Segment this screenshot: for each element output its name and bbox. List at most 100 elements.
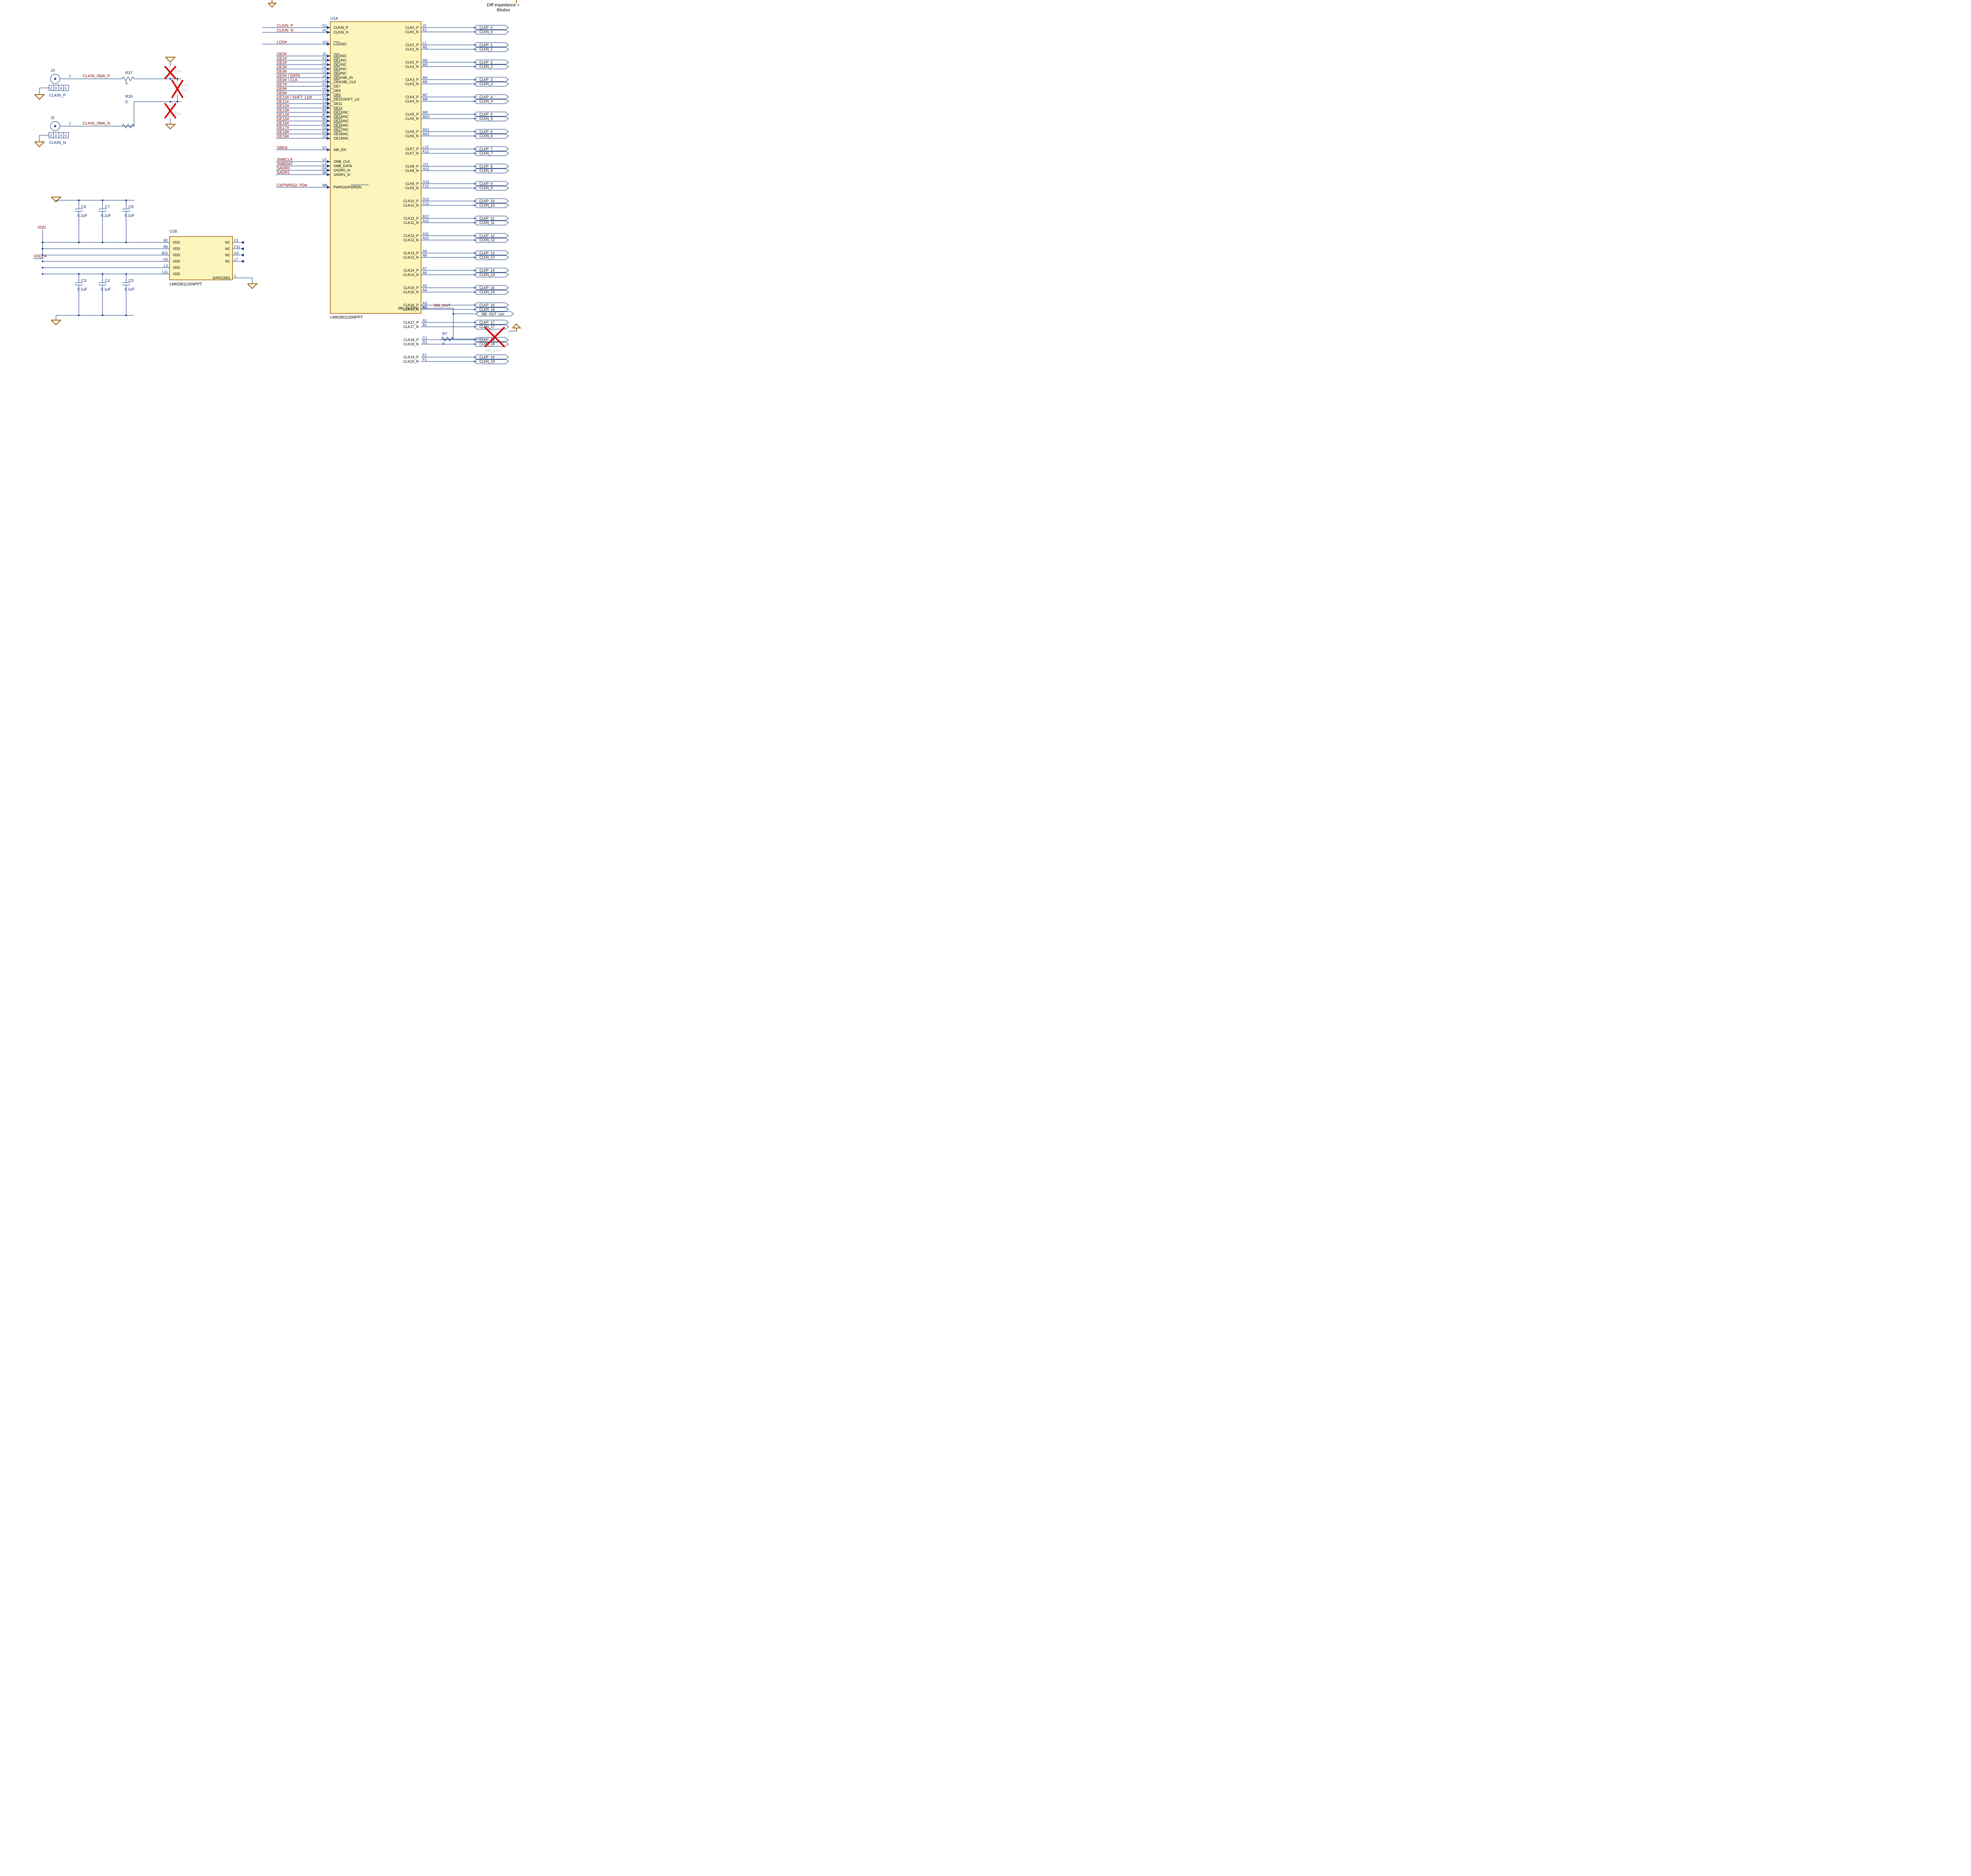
svg-text:U1B: U1B <box>170 229 177 234</box>
impedance-title-2: 85ohm <box>497 8 510 13</box>
svg-text:OE1/NC: OE1/NC <box>333 58 347 62</box>
svg-text:CLKIN_P: CLKIN_P <box>277 24 293 28</box>
svg-text:CLKN_15: CLKN_15 <box>479 290 495 294</box>
sma-j2: J2 1 2345 CLKIN_N CLKIN_SMA_N R33 0 <box>35 95 181 147</box>
svg-text:OE12: OE12 <box>333 106 343 110</box>
svg-text:CLK1_P: CLK1_P <box>405 43 419 47</box>
svg-text:CLKN_13: CLKN_13 <box>479 255 495 259</box>
svg-text:C1: C1 <box>423 336 427 340</box>
svg-text:OE3#: OE3# <box>277 65 287 69</box>
svg-text:CLKP_19: CLKP_19 <box>479 355 495 359</box>
svg-text:CLKN_10: CLKN_10 <box>479 203 495 207</box>
svg-text:0.1uF: 0.1uF <box>77 287 88 292</box>
svg-text:OE14#: OE14# <box>277 113 289 117</box>
svg-text:OE19#: OE19# <box>277 134 289 139</box>
u1a-ref: U1A <box>330 17 338 21</box>
svg-text:CLK13_N: CLK13_N <box>403 255 419 259</box>
svg-text:CLKP_17: CLKP_17 <box>479 320 495 324</box>
svg-text:CLK4_P: CLK4_P <box>405 95 419 99</box>
svg-text:CLK12_P: CLK12_P <box>403 234 419 238</box>
svg-text:CLKN_5: CLKN_5 <box>479 117 493 121</box>
svg-text:CLK7_N: CLK7_N <box>405 151 419 155</box>
svg-text:CLK5_N: CLK5_N <box>405 117 419 121</box>
svg-text:K1: K1 <box>423 28 427 32</box>
svg-text:CLK5_P: CLK5_P <box>405 112 419 116</box>
svg-text:CLKIN_N: CLKIN_N <box>333 30 348 34</box>
svg-text:CLK0_N: CLK0_N <box>405 30 419 34</box>
svg-text:CLKP_14: CLKP_14 <box>479 268 495 272</box>
svg-text:CLK13_P: CLK13_P <box>403 251 419 255</box>
svg-text:F1: F1 <box>423 358 427 361</box>
svg-text:A2: A2 <box>423 306 427 309</box>
svg-text:OE10# / SHFT_LD#: OE10# / SHFT_LD# <box>277 95 312 100</box>
svg-text:CLK17_P: CLK17_P <box>403 320 419 324</box>
svg-text:L4: L4 <box>322 162 326 166</box>
svg-text:LMKDB1120NPPT: LMKDB1120NPPT <box>170 282 202 287</box>
svg-text:CLKP_7: CLKP_7 <box>479 147 493 151</box>
svg-text:CLK10_N: CLK10_N <box>403 203 419 207</box>
svg-text:CLKP_9: CLKP_9 <box>479 182 493 186</box>
svg-text:C3: C3 <box>81 279 86 283</box>
svg-text:OE2#: OE2# <box>277 61 287 65</box>
svg-text:CLKP_16: CLKP_16 <box>479 303 495 307</box>
svg-text:CLKP_15: CLKP_15 <box>479 286 495 290</box>
svg-text:CLKP_2: CLKP_2 <box>479 60 493 64</box>
svg-text:CLK11_N: CLK11_N <box>404 221 419 225</box>
svg-text:PWRGD/PWRDN: PWRGD/PWRDN <box>333 185 361 189</box>
svg-text:0.1uF: 0.1uF <box>101 214 111 218</box>
svg-text:OE3/NC: OE3/NC <box>333 67 347 71</box>
svg-text:CLK8_N: CLK8_N <box>405 169 419 173</box>
svg-text:0: 0 <box>442 342 445 346</box>
svg-text:OE15/NC: OE15/NC <box>333 119 349 123</box>
svg-text:CLK8_P: CLK8_P <box>405 164 419 168</box>
svg-text:R30: R30 <box>174 112 182 116</box>
svg-text:C7: C7 <box>105 205 110 209</box>
svg-text:OE17/NC: OE17/NC <box>333 128 349 132</box>
svg-text:J3: J3 <box>50 69 55 73</box>
svg-text:CLKP_8: CLKP_8 <box>479 164 493 168</box>
svg-text:CLKP_3: CLKP_3 <box>479 78 493 82</box>
svg-text:CLK10_P: CLK10_P <box>403 199 419 203</box>
svg-text:SMB_CLK: SMB_CLK <box>333 160 350 164</box>
svg-text:4: 4 <box>60 86 62 90</box>
svg-text:B9: B9 <box>322 108 327 112</box>
svg-text:4: 4 <box>60 134 62 138</box>
svg-text:CLKIN_N: CLKIN_N <box>49 141 66 145</box>
svg-text:J2: J2 <box>50 116 55 120</box>
svg-text:1: 1 <box>69 121 71 125</box>
svg-text:J1: J1 <box>423 24 427 28</box>
svg-text:VDD: VDD <box>173 272 181 276</box>
svg-text:SBI_EN: SBI_EN <box>333 148 346 152</box>
svg-text:A6: A6 <box>423 271 427 275</box>
svg-text:CLKN_1: CLKN_1 <box>479 47 493 51</box>
svg-text:M3: M3 <box>423 63 428 67</box>
svg-text:SADR0: SADR0 <box>277 166 290 171</box>
svg-text:M8: M8 <box>423 97 428 101</box>
svg-text:1: 1 <box>69 74 71 78</box>
svg-text:CLKIN_SMA_P: CLKIN_SMA_P <box>83 74 110 78</box>
svg-text:CLK2_P: CLK2_P <box>405 60 419 64</box>
svg-text:M1: M1 <box>423 45 428 49</box>
svg-text:OE7: OE7 <box>333 84 341 88</box>
svg-text:OE18/NC: OE18/NC <box>333 132 349 136</box>
svg-text:OE1#: OE1# <box>277 56 287 61</box>
svg-text:0.1uF: 0.1uF <box>77 214 88 218</box>
svg-text:CLKP_1: CLKP_1 <box>479 43 493 47</box>
svg-text:OE7#: OE7# <box>277 82 287 87</box>
svg-text:L12: L12 <box>423 145 428 149</box>
svg-text:A5: A5 <box>423 284 427 288</box>
svg-text:CLKN_0: CLKN_0 <box>479 30 493 34</box>
svg-text:SBEN: SBEN <box>277 146 287 150</box>
svg-text:H2: H2 <box>163 257 168 261</box>
svg-text:OE16/NC: OE16/NC <box>333 123 349 127</box>
sma-j3: J3 1 2345 CLKIN_P CLKIN_SMA_P R37 0 <box>35 69 181 99</box>
svg-text:R33: R33 <box>125 95 133 99</box>
svg-text:SMB_DATA: SMB_DATA <box>333 164 352 168</box>
svg-text:M6: M6 <box>322 183 328 187</box>
svg-text:OE8#: OE8# <box>277 87 287 91</box>
svg-text:A11: A11 <box>423 232 428 236</box>
svg-text:M4: M4 <box>423 76 428 80</box>
svg-text:OE17#: OE17# <box>277 126 289 130</box>
svg-text:NC: NC <box>225 253 230 257</box>
svg-text:CLK0_P: CLK0_P <box>405 26 419 30</box>
